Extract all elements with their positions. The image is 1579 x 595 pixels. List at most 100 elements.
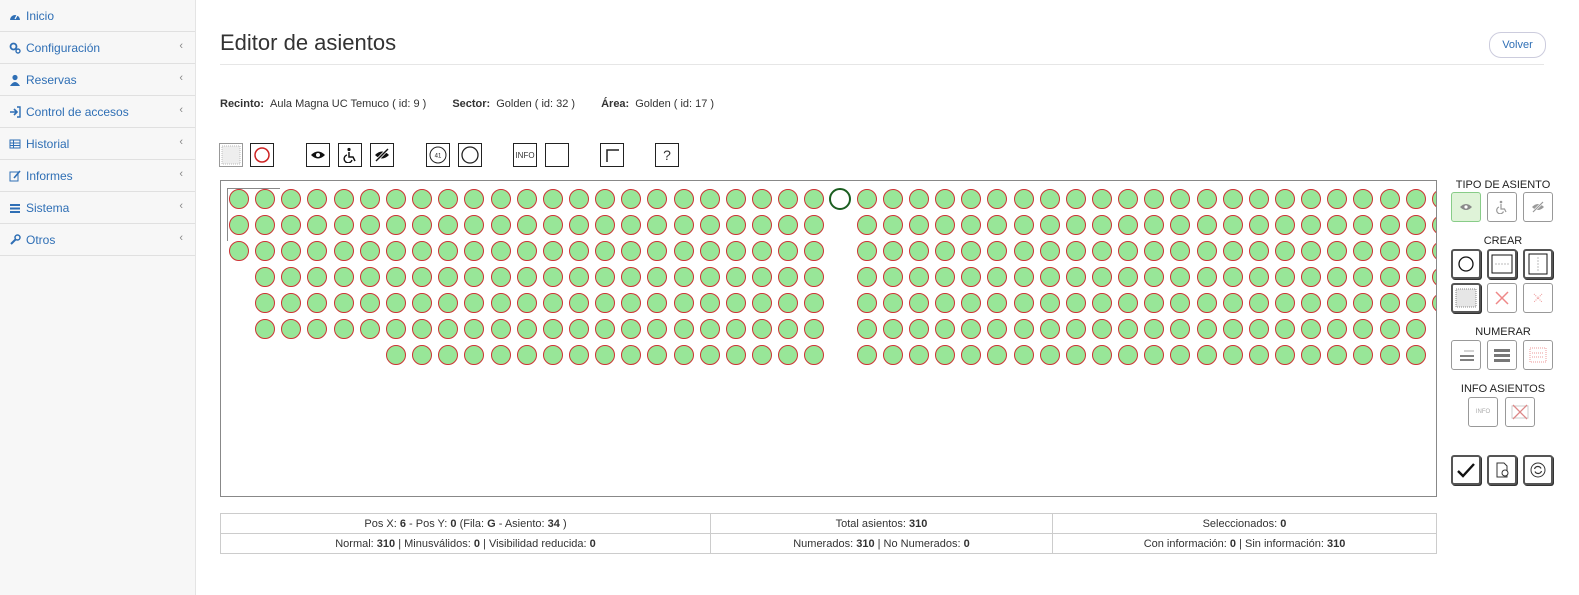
- seat[interactable]: [568, 293, 589, 313]
- seat[interactable]: [1065, 215, 1086, 235]
- help-tool[interactable]: ?: [655, 143, 679, 167]
- seat[interactable]: [1353, 241, 1374, 261]
- seat[interactable]: [1039, 293, 1060, 313]
- seat[interactable]: [647, 215, 668, 235]
- seat[interactable]: [1170, 215, 1191, 235]
- seat[interactable]: [699, 345, 720, 365]
- seat[interactable]: [908, 241, 929, 261]
- seat[interactable]: [699, 293, 720, 313]
- seat[interactable]: [1405, 189, 1426, 209]
- seat[interactable]: [595, 293, 616, 313]
- seat[interactable]: [1301, 319, 1322, 339]
- seat[interactable]: [1301, 345, 1322, 365]
- seat[interactable]: [961, 189, 982, 209]
- seat[interactable]: [1222, 215, 1243, 235]
- seat[interactable]: [412, 293, 433, 313]
- seat[interactable]: [935, 189, 956, 209]
- seat[interactable]: [1091, 189, 1112, 209]
- seat[interactable]: [1013, 241, 1034, 261]
- seat[interactable]: [673, 215, 694, 235]
- seat[interactable]: [1170, 345, 1191, 365]
- seat[interactable]: [595, 189, 616, 209]
- seat[interactable]: [1118, 293, 1139, 313]
- seat[interactable]: [778, 319, 799, 339]
- seat[interactable]: [385, 215, 406, 235]
- seat[interactable]: [333, 319, 354, 339]
- seat[interactable]: [359, 189, 380, 209]
- seat[interactable]: [1144, 293, 1165, 313]
- sidebar-item-inicio[interactable]: Inicio: [0, 0, 195, 32]
- seat[interactable]: [1144, 319, 1165, 339]
- seat[interactable]: [908, 345, 929, 365]
- seat[interactable]: [961, 215, 982, 235]
- seat[interactable]: [490, 189, 511, 209]
- seat[interactable]: [621, 319, 642, 339]
- seat[interactable]: [804, 345, 825, 365]
- seat[interactable]: [1196, 267, 1217, 287]
- seat[interactable]: [1327, 319, 1348, 339]
- seat[interactable]: [699, 319, 720, 339]
- seat[interactable]: [1405, 241, 1426, 261]
- seat[interactable]: [359, 267, 380, 287]
- seat-tool[interactable]: [250, 143, 274, 167]
- sidebar-item-control-de-accesos[interactable]: Control de accesos ‹: [0, 96, 195, 128]
- seat[interactable]: [908, 319, 929, 339]
- seat[interactable]: [333, 189, 354, 209]
- seat[interactable]: [752, 189, 772, 209]
- number-rows-button[interactable]: [1451, 340, 1481, 370]
- seat[interactable]: [438, 293, 459, 313]
- seat[interactable]: [699, 267, 720, 287]
- seat[interactable]: [1248, 267, 1269, 287]
- seat[interactable]: [281, 189, 302, 209]
- sidebar-item-informes[interactable]: Informes ‹: [0, 160, 195, 192]
- numbered-seat-tool[interactable]: 41: [426, 143, 450, 167]
- seat[interactable]: [255, 293, 276, 313]
- seat[interactable]: [516, 345, 537, 365]
- seat[interactable]: [438, 319, 459, 339]
- seat[interactable]: [1275, 345, 1295, 365]
- seat[interactable]: [1013, 189, 1034, 209]
- seat[interactable]: [1144, 215, 1165, 235]
- seat[interactable]: [1013, 293, 1034, 313]
- seat[interactable]: [1327, 345, 1348, 365]
- seat[interactable]: [229, 215, 249, 235]
- seat[interactable]: [568, 189, 589, 209]
- seat[interactable]: [1013, 319, 1034, 339]
- seat[interactable]: [1301, 215, 1322, 235]
- seat[interactable]: [804, 267, 825, 287]
- seat-map-canvas[interactable]: [220, 180, 1437, 497]
- seat[interactable]: [542, 241, 563, 261]
- seat[interactable]: [987, 215, 1008, 235]
- save-button[interactable]: [1451, 455, 1481, 485]
- seat[interactable]: [595, 215, 616, 235]
- seat[interactable]: [1275, 319, 1295, 339]
- seat[interactable]: [595, 241, 616, 261]
- seat[interactable]: [438, 189, 459, 209]
- seat[interactable]: [1379, 241, 1400, 261]
- seat[interactable]: [673, 189, 694, 209]
- seat[interactable]: [255, 267, 276, 287]
- seat[interactable]: [987, 319, 1008, 339]
- seat[interactable]: [647, 189, 668, 209]
- refresh-button[interactable]: [1523, 455, 1553, 485]
- seat[interactable]: [647, 319, 668, 339]
- seat[interactable]: [333, 293, 354, 313]
- seat[interactable]: [856, 241, 877, 261]
- seat[interactable]: [699, 189, 720, 209]
- seat[interactable]: [804, 319, 825, 339]
- seat[interactable]: [1065, 293, 1086, 313]
- seat[interactable]: [385, 189, 406, 209]
- create-seat-button[interactable]: [1451, 249, 1481, 279]
- number-lines-button[interactable]: [1487, 340, 1517, 370]
- seat[interactable]: [490, 319, 511, 339]
- seat[interactable]: [961, 345, 982, 365]
- seat[interactable]: [987, 267, 1008, 287]
- origin-tool[interactable]: [600, 143, 624, 167]
- seat[interactable]: [1301, 267, 1322, 287]
- seat[interactable]: [1039, 267, 1060, 287]
- seat[interactable]: [1118, 319, 1139, 339]
- seat[interactable]: [1327, 189, 1348, 209]
- seat[interactable]: [1065, 319, 1086, 339]
- seat[interactable]: [647, 241, 668, 261]
- seat[interactable]: [307, 189, 328, 209]
